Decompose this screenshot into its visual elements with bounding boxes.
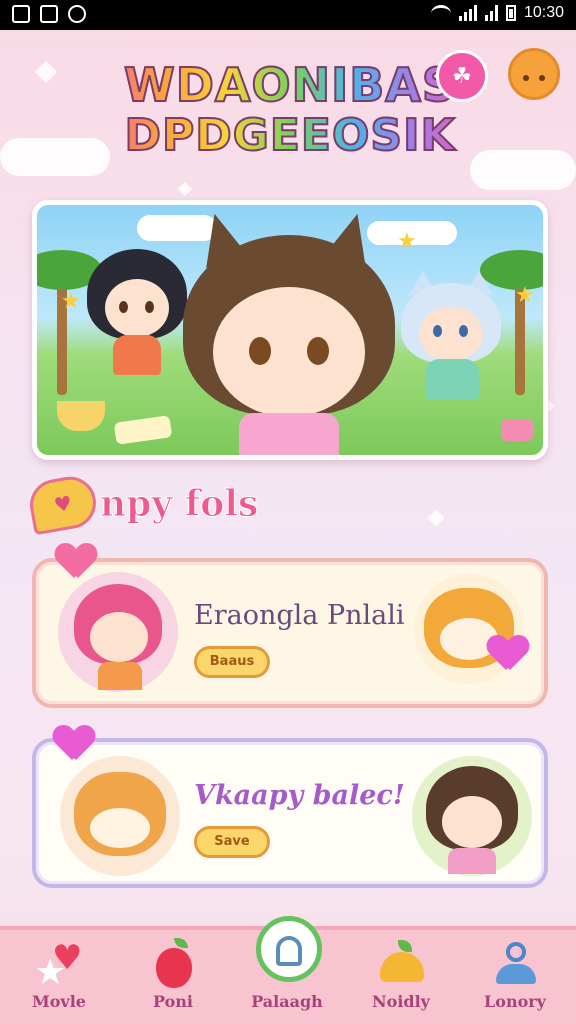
logo-line-2: DPDGEEOSIK [100,113,480,159]
sparkle-decoration [177,181,193,197]
character-pastel-hair [401,271,501,399]
gallery-notification-icon [40,5,58,23]
person-icon [490,938,540,988]
nav-label: Noidly [372,992,430,1011]
nav-item-movle[interactable]: ★ ♥ Movle [4,930,114,1024]
app-logo: WDAONIBAS DPDGEEOSIK [100,61,480,159]
avatar-fox [60,756,180,876]
home-bubble-icon [262,930,312,980]
star-decoration: ★ [515,283,535,308]
logo-line-1: WDAONIBAS [100,61,480,109]
nav-item-palaagh[interactable]: Palaagh [232,916,342,1024]
feature-card-1[interactable]: Eraongla Pnlali Baaus [32,558,548,708]
cloud-decoration [470,150,576,190]
nav-label: Lonory [484,992,546,1011]
heart-badge-icon: ♥ [25,472,101,536]
clock: 10:30 [523,4,564,21]
heart-star-icon: ★ ♥ [34,938,83,993]
card-title: Eraongla Pnlali [194,600,405,631]
character-black-hair [87,249,187,375]
status-bar: 10:30 [0,0,576,30]
heart-held-icon [488,636,528,672]
floating-heart-icon [56,544,96,580]
card-title: Vkaapy balec! [194,780,405,811]
nav-label: Poni [153,992,193,1011]
avatar-pink-hair [58,572,178,692]
signal-2-icon [484,5,498,21]
smiley-face-icon [518,62,550,87]
save-button[interactable]: Save [194,826,270,858]
pink-box [501,419,533,441]
section-title: npy fols [99,483,259,526]
cloud-decoration [0,138,110,176]
nav-label: Palaagh [251,992,323,1011]
battery-icon [505,5,516,21]
card-action-button[interactable]: Baaus [194,646,270,678]
open-book [113,415,173,445]
sparkle-decoration [427,509,445,527]
feature-card-2[interactable]: Vkaapy balec! Save [32,738,548,888]
signal-icon [458,5,477,21]
avatar-brown-hair [412,756,532,876]
nav-item-lonory[interactable]: Lonory [460,930,570,1024]
floating-heart-icon [54,726,94,762]
notification-icons [12,5,86,23]
sync-notification-icon [68,5,86,23]
hero-banner[interactable]: ★ ★ ★ [32,200,548,460]
nav-label: Movle [32,992,86,1011]
star-decoration: ★ [61,289,81,314]
nav-item-poni[interactable]: Poni [118,930,228,1024]
sparkle-decoration [34,60,58,84]
bottom-navigation: ★ ♥ Movle Poni Palaagh Noidly Lonory [0,916,576,1024]
profile-button[interactable] [508,48,560,100]
fruit-basket-icon [376,938,426,988]
apple-icon [148,938,198,988]
image-notification-icon [12,5,30,23]
character-cat-ears-girl [179,208,399,455]
snack-bowl [57,401,105,431]
bunny-button[interactable]: ☘ [436,50,488,102]
wifi-icon [430,4,451,22]
section-header: ♥ npy fols [25,472,259,536]
nav-item-noidly[interactable]: Noidly [346,930,456,1024]
bunny-icon: ☘ [452,63,472,89]
star-decoration: ★ [397,229,417,254]
system-icons: 10:30 [430,4,564,22]
